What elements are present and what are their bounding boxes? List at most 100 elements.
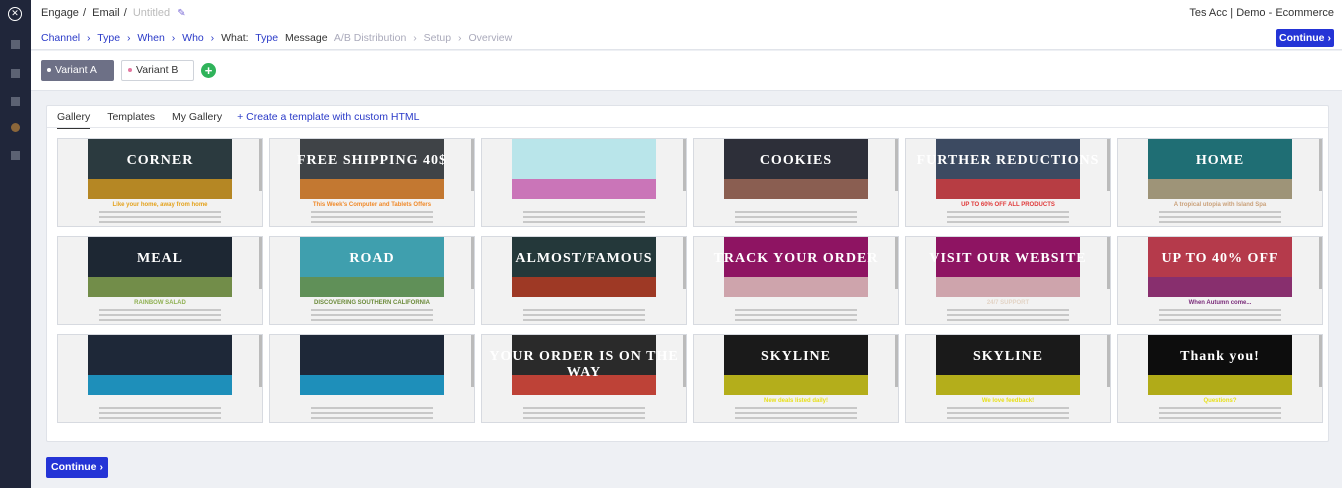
template-scrollbar[interactable] xyxy=(259,237,262,290)
template-text-line xyxy=(310,309,434,311)
template-accent xyxy=(936,375,1080,395)
tab-my-gallery[interactable]: My Gallery xyxy=(172,111,222,127)
template-thumbnail[interactable]: COOKIES xyxy=(693,138,899,227)
template-thumbnail[interactable]: FREE SHIPPING 40$ This Week's Computer an… xyxy=(269,138,475,227)
template-panel: Gallery Templates My Gallery + Create a … xyxy=(46,105,1329,442)
close-icon[interactable]: ✕ xyxy=(8,7,22,21)
template-scrollbar[interactable] xyxy=(683,237,686,290)
template-thumbnail[interactable] xyxy=(57,334,263,423)
step-when-label: When xyxy=(137,32,165,44)
template-scrollbar[interactable] xyxy=(471,237,474,290)
plus-icon[interactable]: + xyxy=(201,63,216,78)
template-text-line xyxy=(1158,412,1282,414)
template-scrollbar[interactable] xyxy=(1107,139,1110,192)
variant-a-tab[interactable]: Variant A xyxy=(41,60,114,81)
template-scrollbar[interactable] xyxy=(1107,335,1110,388)
nav-icon-4[interactable] xyxy=(11,123,20,132)
template-thumbnail[interactable]: ROAD DISCOVERING SOUTHERN CALIFORNIA xyxy=(269,236,475,325)
variant-a-label: Variant A xyxy=(55,64,97,76)
breadcrumb-email[interactable]: Email xyxy=(92,7,120,19)
continue-button-top[interactable]: Continue › xyxy=(1276,29,1334,47)
nav-icon-1[interactable] xyxy=(11,40,20,49)
variant-b-label: Variant B xyxy=(136,64,179,76)
template-text-line xyxy=(734,417,858,419)
breadcrumb-engage[interactable]: Engage xyxy=(41,7,79,19)
template-text-line xyxy=(1158,417,1282,419)
template-accent xyxy=(88,179,232,199)
template-thumbnail[interactable]: Thank you! Questions? xyxy=(1117,334,1323,423)
template-thumbnail[interactable]: FURTHER REDUCTIONS UP TO 60% OFF ALL PROD… xyxy=(905,138,1111,227)
template-thumbnail[interactable]: VISIT OUR WEBSITE 24/7 SUPPORT xyxy=(905,236,1111,325)
template-thumbnail[interactable]: MEAL RAINBOW SALAD xyxy=(57,236,263,325)
template-thumbnail[interactable] xyxy=(269,334,475,423)
template-headline: UP TO 40% OFF xyxy=(1161,251,1279,266)
template-accent xyxy=(936,179,1080,199)
template-text-line xyxy=(98,319,222,321)
template-thumbnail[interactable]: ALMOST/FAMOUS xyxy=(481,236,687,325)
create-custom-html-link[interactable]: + Create a template with custom HTML xyxy=(237,111,419,127)
template-text-line xyxy=(98,211,222,213)
step-who[interactable]: Who › xyxy=(182,32,214,44)
template-text-line xyxy=(310,211,434,213)
template-accent xyxy=(724,375,868,395)
template-scrollbar[interactable] xyxy=(1319,139,1322,192)
variant-b-tab[interactable]: Variant B xyxy=(121,60,194,81)
template-scrollbar[interactable] xyxy=(259,139,262,192)
template-headline: FREE SHIPPING 40$ xyxy=(296,153,447,168)
template-text-line xyxy=(946,319,1070,321)
template-text-line xyxy=(734,319,858,321)
template-scrollbar[interactable] xyxy=(1107,237,1110,290)
template-text-line xyxy=(522,412,646,414)
chevron-right-icon: › xyxy=(99,461,103,473)
template-scrollbar[interactable] xyxy=(1319,237,1322,290)
template-thumbnail[interactable]: TRACK YOUR ORDER xyxy=(693,236,899,325)
variant-a-dot xyxy=(47,68,51,73)
template-text-line xyxy=(98,417,222,419)
template-thumbnail[interactable]: SKYLINE We love feedback! xyxy=(905,334,1111,423)
tab-templates[interactable]: Templates xyxy=(107,111,155,127)
template-text-line xyxy=(522,407,646,409)
template-scrollbar[interactable] xyxy=(683,335,686,388)
nav-icon-2[interactable] xyxy=(11,69,20,78)
template-thumbnail[interactable]: CORNER Like your home, away from home xyxy=(57,138,263,227)
step-when[interactable]: When › xyxy=(137,32,175,44)
continue-button-bottom[interactable]: Continue › xyxy=(46,457,108,478)
step-nav: Channel › Type › When › Who › What: Type… xyxy=(41,32,516,44)
step-what-type[interactable]: Type xyxy=(255,32,278,44)
account-label[interactable]: Tes Acc | Demo - Ecommerce xyxy=(1189,7,1334,19)
template-accent xyxy=(936,277,1080,297)
step-channel[interactable]: Channel › xyxy=(41,32,91,44)
template-scrollbar[interactable] xyxy=(471,335,474,388)
template-accent xyxy=(300,179,444,199)
template-headline: ALMOST/FAMOUS xyxy=(515,251,653,266)
template-thumbnail[interactable]: YOUR ORDER IS ON THE WAY xyxy=(481,334,687,423)
template-text-line xyxy=(946,221,1070,223)
template-text-line xyxy=(1158,314,1282,316)
template-text-line xyxy=(98,221,222,223)
template-subline: 24/7 SUPPORT xyxy=(986,300,1030,306)
template-headline: SKYLINE xyxy=(972,349,1044,364)
template-scrollbar[interactable] xyxy=(259,335,262,388)
template-text-line xyxy=(946,407,1070,409)
template-scrollbar[interactable] xyxy=(895,335,898,388)
step-who-label: Who xyxy=(182,32,204,44)
template-thumbnail[interactable]: SKYLINE New deals listed daily! xyxy=(693,334,899,423)
template-scrollbar[interactable] xyxy=(471,139,474,192)
step-what-message[interactable]: Message xyxy=(285,32,328,44)
template-thumbnail[interactable]: HOME A tropical utopia with Island Spa xyxy=(1117,138,1323,227)
template-scrollbar[interactable] xyxy=(895,139,898,192)
template-text-line xyxy=(734,216,858,218)
nav-icon-5[interactable] xyxy=(11,151,20,160)
template-headline: CORNER xyxy=(126,153,194,168)
template-subline: When Autumn come... xyxy=(1188,300,1252,306)
template-thumbnail[interactable]: UP TO 40% OFF When Autumn come... xyxy=(1117,236,1323,325)
nav-icon-3[interactable] xyxy=(11,97,20,106)
pencil-icon[interactable]: ✎ xyxy=(177,8,185,19)
template-thumbnail[interactable] xyxy=(481,138,687,227)
step-type[interactable]: Type › xyxy=(97,32,130,44)
breadcrumb-title[interactable]: Untitled xyxy=(133,7,170,19)
template-scrollbar[interactable] xyxy=(895,237,898,290)
template-scrollbar[interactable] xyxy=(1319,335,1322,388)
template-accent xyxy=(724,179,868,199)
template-scrollbar[interactable] xyxy=(683,139,686,192)
